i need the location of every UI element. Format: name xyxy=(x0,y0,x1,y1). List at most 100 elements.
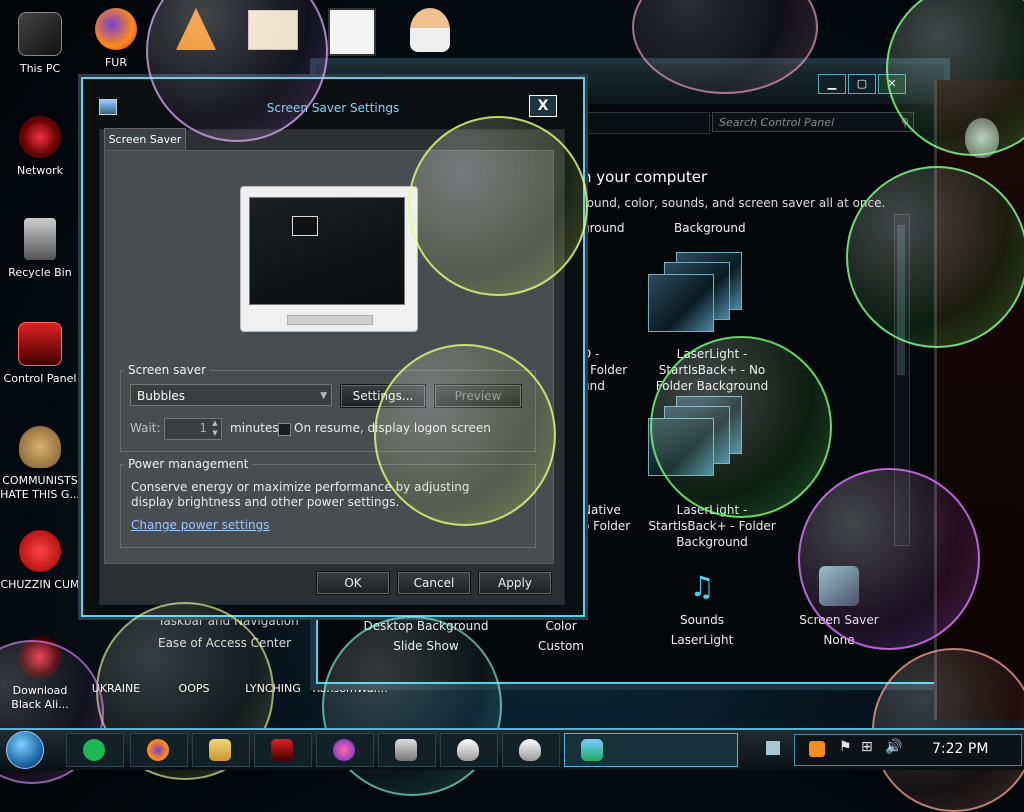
selected-saver: Bubbles xyxy=(137,389,186,403)
search-icon: ⚲ xyxy=(900,116,909,129)
desktop-icon-network[interactable]: Network xyxy=(0,116,80,178)
desktop-icon-recycle-bin[interactable]: Recycle Bin xyxy=(0,218,80,280)
desktop-icon-communists[interactable]: COMMUNISTS HATE THIS G... xyxy=(0,426,80,502)
maze-icon[interactable] xyxy=(328,8,376,56)
desktop-icon-label: LYNCHING xyxy=(245,682,301,695)
monitor-stand xyxy=(287,315,373,325)
folder-icon xyxy=(209,739,231,761)
network-status-icon[interactable]: ⊞ xyxy=(861,739,873,755)
scrollbar[interactable] xyxy=(894,214,910,546)
scrollbar-thumb[interactable] xyxy=(897,225,905,375)
control-panel-icon xyxy=(271,739,293,761)
control-panel-icon xyxy=(18,322,62,366)
minimize-button[interactable]: ▁ xyxy=(818,74,846,94)
tab-screen-saver[interactable]: Screen Saver xyxy=(104,128,186,151)
start-button[interactable] xyxy=(6,731,44,769)
ok-button[interactable]: OK xyxy=(316,571,390,595)
stepper-up-icon[interactable]: ▲ xyxy=(210,419,220,428)
theme-thumbnail[interactable] xyxy=(648,396,742,476)
sidebar-link-ease-of-access[interactable]: Ease of Access Center xyxy=(158,636,291,650)
page-subtitle: round, color, sounds, and screen saver a… xyxy=(582,196,886,210)
taskbar-item-app[interactable] xyxy=(316,733,374,767)
bottom-item-title: Screen Saver xyxy=(799,613,879,627)
red-creature-icon xyxy=(19,530,61,572)
alienware-logo-icon xyxy=(965,118,999,158)
maximize-button[interactable]: ▢ xyxy=(848,74,876,94)
mouse-icon xyxy=(457,739,479,761)
show-desktop-button[interactable] xyxy=(766,741,780,755)
desktop-icon-ukraine[interactable]: UKRAINE xyxy=(76,682,156,696)
desktop-icon-label: UKRAINE xyxy=(91,682,141,695)
cancel-button[interactable]: Cancel xyxy=(397,571,471,595)
search-input[interactable]: Search Control Panel ⚲ xyxy=(712,112,914,132)
taskbar-item-control-panel[interactable] xyxy=(254,733,312,767)
taskbar-item-explorer[interactable] xyxy=(192,733,250,767)
taskbar-item-spotify[interactable] xyxy=(66,733,124,767)
wait-value: 1 xyxy=(199,421,207,435)
apply-button[interactable]: Apply xyxy=(478,571,552,595)
dialog-close-button[interactable]: X xyxy=(529,95,557,117)
display-settings-icon xyxy=(581,739,603,761)
page-title: n your computer xyxy=(582,168,708,186)
dialog-title: Screen Saver Settings xyxy=(266,101,400,115)
taskbar-item-firefox[interactable] xyxy=(130,733,188,767)
bottom-item-screen-saver[interactable]: Screen Saver None xyxy=(784,564,894,650)
desktop-icon-chuzzin[interactable]: CHUZZIN CUM xyxy=(0,530,80,592)
change-power-settings-link[interactable]: Change power settings xyxy=(131,518,270,532)
mask-icon xyxy=(333,739,355,761)
desktop-icon-label: OOPS xyxy=(178,682,210,695)
settings-button[interactable]: Settings... xyxy=(340,384,426,408)
preview-button[interactable]: Preview xyxy=(434,384,522,408)
desktop-icon-control-panel[interactable]: Control Panel xyxy=(0,322,80,386)
preview-screen xyxy=(249,197,405,305)
stepper-down-icon[interactable]: ▼ xyxy=(210,429,220,438)
desktop-icon-lynching[interactable]: LYNCHING xyxy=(233,682,313,696)
firefox-icon xyxy=(147,739,169,761)
theme-label[interactable]: Background xyxy=(674,220,746,236)
taskbar-clock[interactable]: 7:22 PM xyxy=(932,741,988,757)
theme-label[interactable]: Native o Folder xyxy=(582,502,630,534)
desktop-icon-oops[interactable]: OOPS xyxy=(154,682,234,696)
screen-saver-group-label: Screen saver xyxy=(124,363,211,377)
desktop-icon-download[interactable]: Download Black Ali... xyxy=(0,636,80,712)
address-bar[interactable] xyxy=(578,112,710,134)
taskbar-item-mouse[interactable] xyxy=(440,733,498,767)
desktop-icon-this-pc[interactable]: This PC xyxy=(0,12,80,76)
screen-saver-select[interactable]: Bubbles ▼ xyxy=(130,384,332,406)
theme-label[interactable]: D - - Folder und xyxy=(582,346,627,394)
desktop-icon-fur[interactable]: FUR xyxy=(76,8,156,70)
performance-icon xyxy=(395,739,417,761)
flag-icon[interactable]: ⚑ xyxy=(839,739,852,755)
wait-label: Wait: xyxy=(130,421,161,435)
theme-label[interactable]: LaserLight - StartIsBack+ - No Folder Ba… xyxy=(652,346,772,394)
doctor-icon[interactable] xyxy=(410,8,450,52)
xd-icon[interactable] xyxy=(248,10,298,50)
network-icon xyxy=(19,116,61,158)
theme-label[interactable]: LaserLight - StartIsBack+ - Folder Backg… xyxy=(646,502,778,550)
close-button[interactable]: ✕ xyxy=(878,74,906,94)
bottom-item-value: Custom xyxy=(538,639,584,653)
orange-app-icon[interactable] xyxy=(809,741,825,757)
search-placeholder: Search Control Panel xyxy=(719,116,835,129)
bottom-item-value: None xyxy=(823,633,855,647)
theme-label[interactable]: ground xyxy=(582,220,624,236)
bottom-item-sounds[interactable]: ♫ Sounds LaserLight xyxy=(652,564,752,650)
computer-icon xyxy=(18,12,62,56)
resume-checkbox[interactable] xyxy=(278,423,291,436)
screen-saver-icon xyxy=(819,566,859,606)
firefox-icon xyxy=(95,8,137,50)
theme-thumbnail[interactable] xyxy=(648,252,742,332)
bottom-item-color[interactable]: Color Custom xyxy=(516,616,606,656)
desktop-icon-label: COMMUNISTS HATE THIS G... xyxy=(0,474,80,501)
spotify-icon xyxy=(83,739,105,761)
wait-stepper[interactable]: 1 ▲ ▼ xyxy=(164,418,222,440)
vlc-icon[interactable] xyxy=(176,8,216,50)
mouse-icon xyxy=(519,739,541,761)
minutes-label: minutes xyxy=(230,421,279,435)
bottom-item-desktop-background[interactable]: Desktop Background Slide Show xyxy=(356,616,496,656)
taskbar-item-screen-saver[interactable] xyxy=(564,733,738,767)
alienware-icon xyxy=(19,636,61,678)
taskbar-item-monitor[interactable] xyxy=(378,733,436,767)
volume-icon[interactable]: 🔊 xyxy=(885,739,902,755)
taskbar-item-mouse-2[interactable] xyxy=(502,733,560,767)
